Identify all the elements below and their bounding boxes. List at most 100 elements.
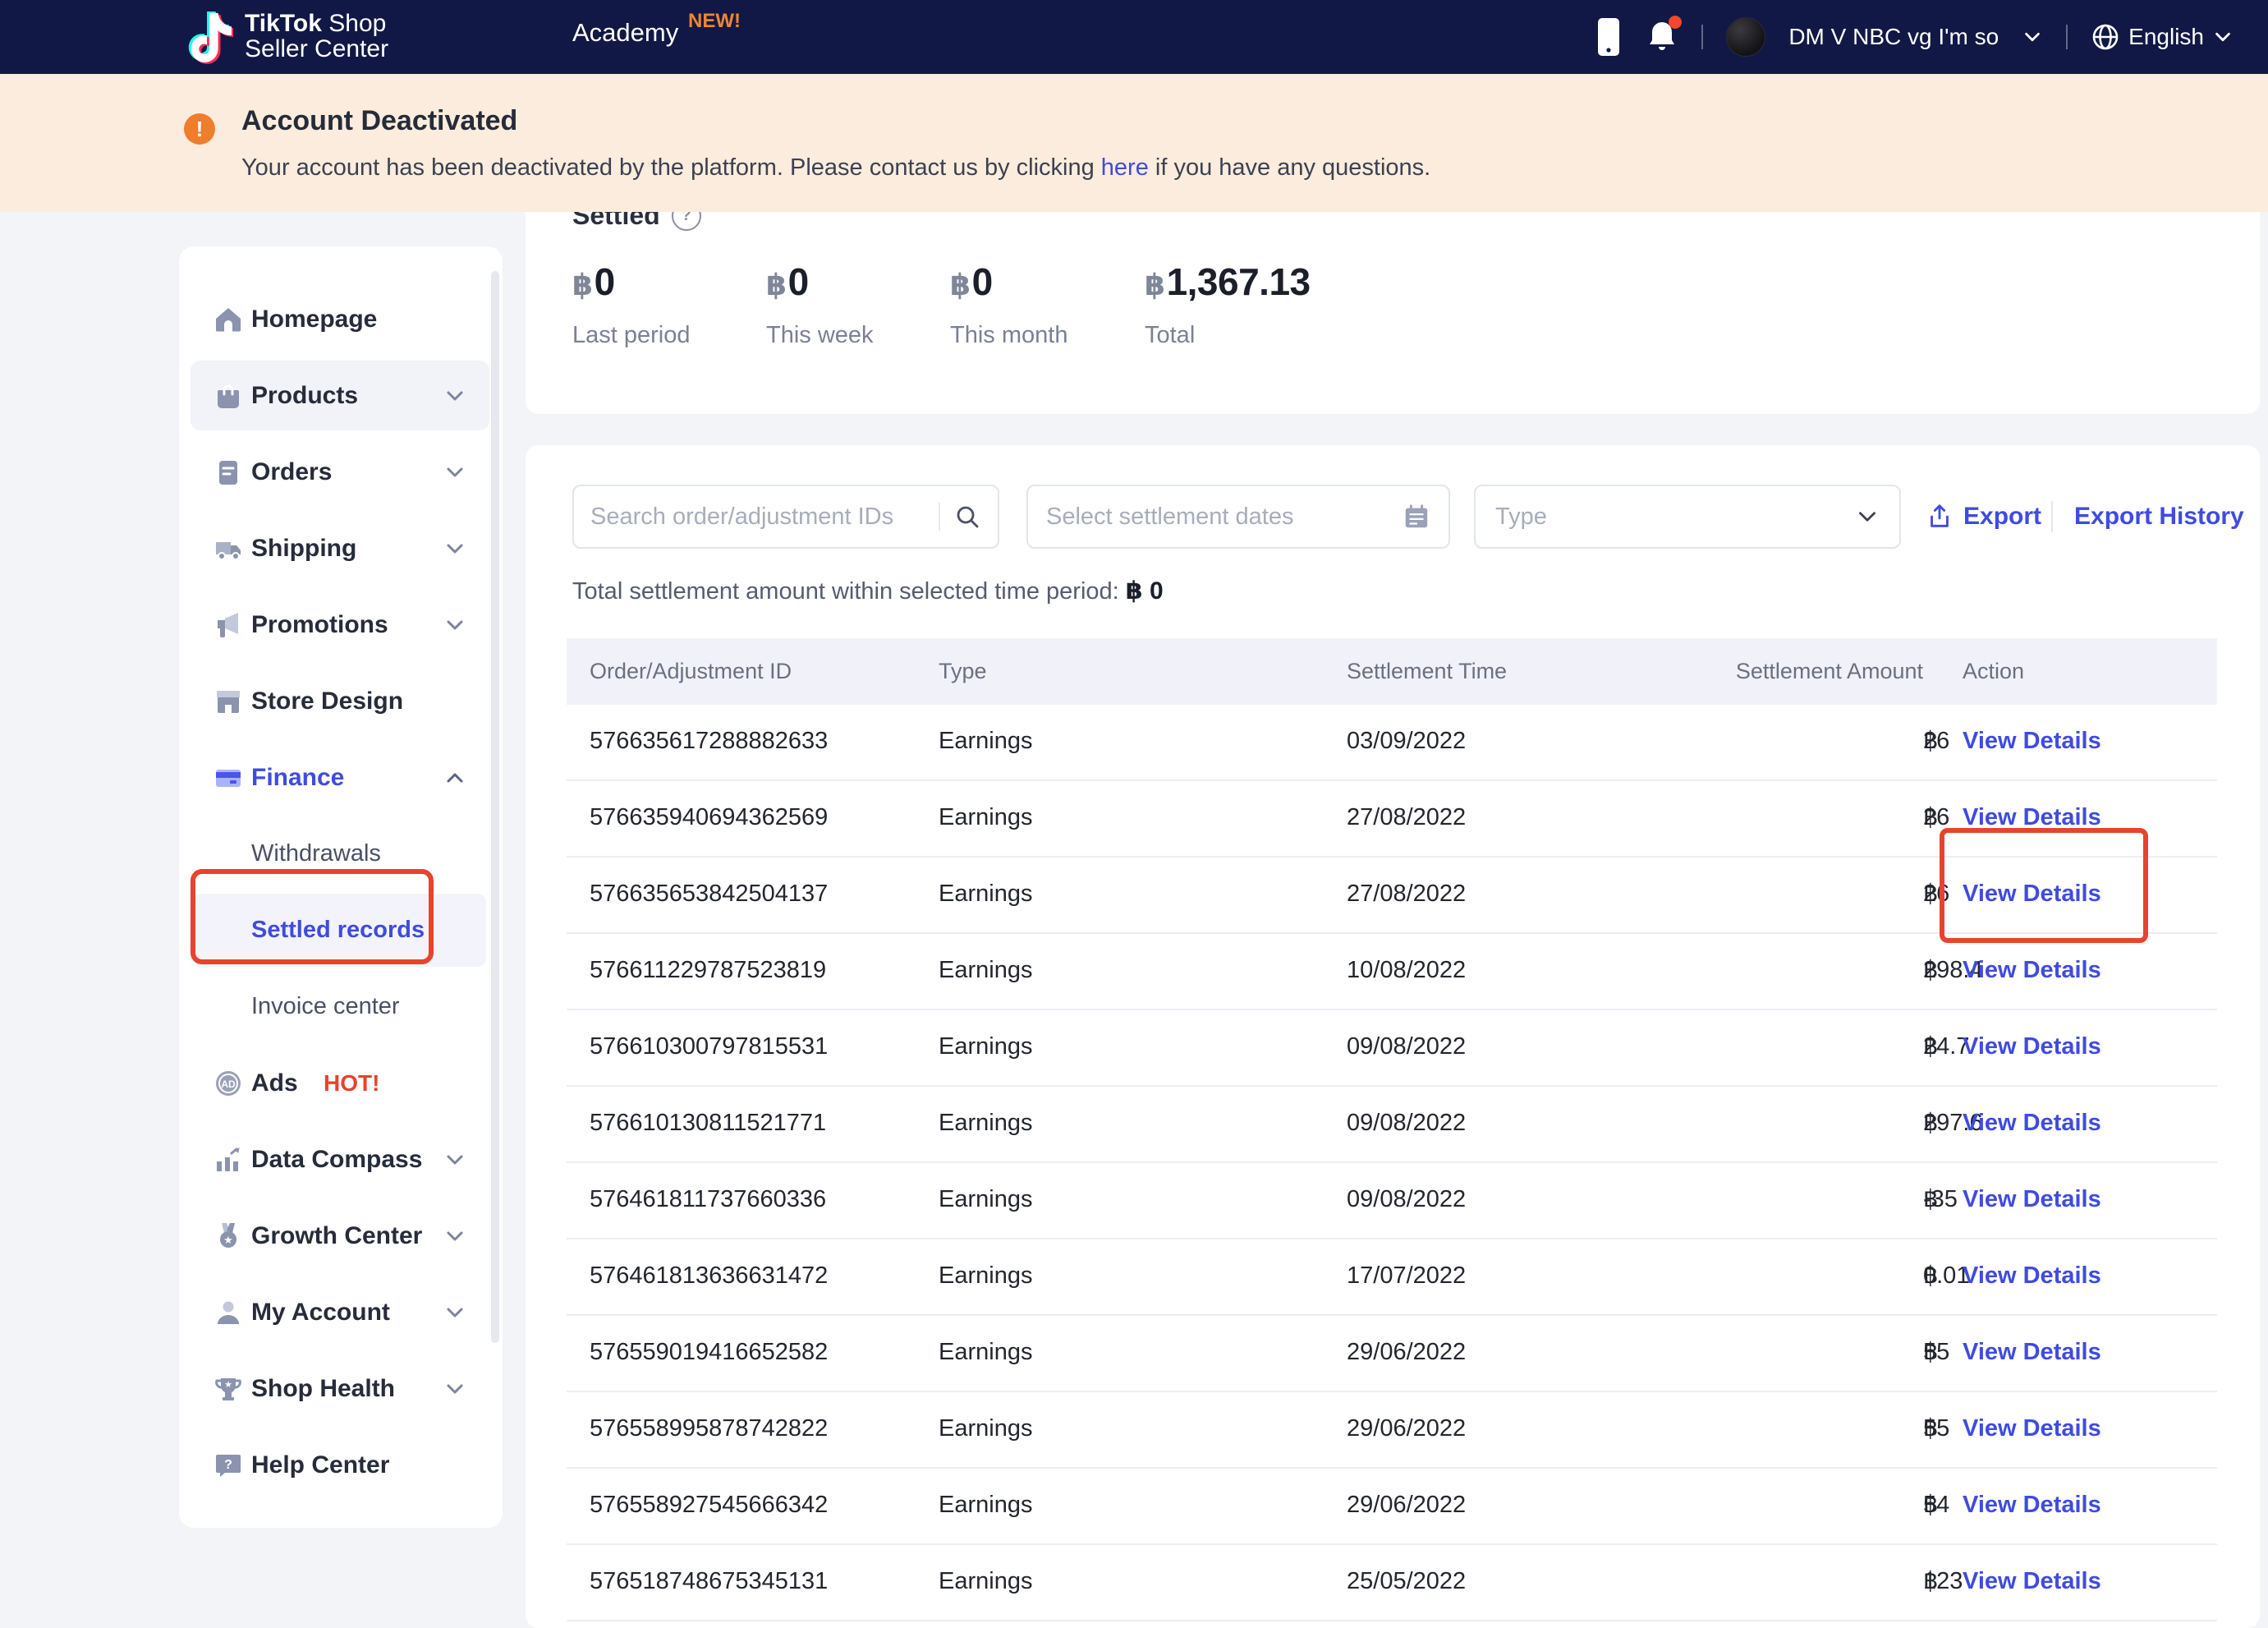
view-details-link[interactable]: View Details bbox=[1963, 1316, 2101, 1389]
order-id-cell: 576518748675345131 bbox=[590, 1568, 829, 1594]
order-id-cell: 576558927545666342 bbox=[590, 1492, 829, 1518]
sidebar-item-finance[interactable]: Finance bbox=[179, 739, 503, 816]
sidebar-item-help-center[interactable]: Help Center bbox=[179, 1427, 503, 1503]
type-cell: Earnings bbox=[939, 1110, 1033, 1136]
settled-records-table: Order/Adjustment ID Type Settlement Time… bbox=[567, 638, 2217, 1621]
export-button[interactable]: Export bbox=[1926, 485, 2041, 549]
search-icon[interactable] bbox=[953, 503, 981, 531]
order-id-cell: 576635940694362569 bbox=[590, 804, 829, 830]
sidebar-item-label: Invoice center bbox=[251, 993, 400, 1019]
sidebar-item-my-account[interactable]: My Account bbox=[179, 1274, 503, 1350]
chevron-down-icon bbox=[443, 537, 466, 560]
academy-link[interactable]: Academy bbox=[572, 18, 678, 48]
globe-icon bbox=[2092, 24, 2119, 50]
stat-this-week: ฿0 This week bbox=[766, 260, 874, 348]
stat-this-month: ฿0 This month bbox=[950, 260, 1068, 348]
type-cell: Earnings bbox=[939, 1415, 1033, 1442]
settlement-time-cell: 03/09/2022 bbox=[1347, 728, 1467, 754]
sidebar-item-label: Homepage bbox=[251, 305, 378, 333]
view-details-link[interactable]: View Details bbox=[1963, 705, 2101, 778]
export-history-link[interactable]: Export History bbox=[2074, 485, 2244, 549]
order-id-cell: 576610130811521771 bbox=[590, 1110, 827, 1136]
chevron-up-icon bbox=[443, 766, 466, 789]
col-order-id: Order/Adjustment ID bbox=[590, 659, 792, 683]
sidebar-item-shipping[interactable]: Shipping bbox=[179, 510, 503, 586]
order-id-cell: 576461811737660336 bbox=[590, 1186, 827, 1212]
chevron-down-icon bbox=[443, 1225, 466, 1248]
contact-here-link[interactable]: here bbox=[1101, 154, 1149, 181]
order-id-cell: 576461813636631472 bbox=[590, 1262, 829, 1289]
hot-badge: HOT! bbox=[324, 1069, 380, 1096]
settled-stats-card: Settled ? ฿0 Last period ฿0 This week ฿0 This… bbox=[526, 195, 2260, 414]
col-type: Type bbox=[939, 659, 987, 683]
sidebar-item-store-design[interactable]: Store Design bbox=[179, 663, 503, 739]
banner-message: Your account has been deactivated by the… bbox=[241, 154, 1431, 181]
truck-icon bbox=[213, 534, 243, 563]
view-details-link[interactable]: View Details bbox=[1963, 1392, 2101, 1465]
warning-icon: ! bbox=[184, 113, 215, 145]
view-details-link[interactable]: View Details bbox=[1963, 1010, 2101, 1083]
view-details-link[interactable]: View Details bbox=[1963, 1545, 2101, 1618]
sidebar-item-promotions[interactable]: Promotions bbox=[179, 586, 503, 663]
sidebar-item-invoice-center[interactable]: Invoice center bbox=[179, 968, 503, 1045]
order-id-cell: 576635617288882633 bbox=[590, 728, 829, 754]
banner-title: Account Deactivated bbox=[241, 105, 518, 136]
col-settlement-time: Settlement Time bbox=[1347, 659, 1508, 683]
type-cell: Earnings bbox=[939, 728, 1033, 754]
sidebar-item-label: Shipping bbox=[251, 534, 357, 562]
type-cell: Earnings bbox=[939, 1492, 1033, 1518]
avatar[interactable] bbox=[1726, 17, 1766, 57]
mobile-icon[interactable] bbox=[1595, 16, 1623, 58]
type-cell: Earnings bbox=[939, 881, 1033, 907]
search-input[interactable]: Search order/adjustment IDs bbox=[572, 485, 999, 549]
medal-icon bbox=[213, 1221, 243, 1251]
brand-logo[interactable]: TikTok Shop Seller Center bbox=[182, 8, 388, 64]
sidebar-item-data-compass[interactable]: Data Compass bbox=[179, 1121, 503, 1198]
tiktok-note-icon bbox=[182, 8, 233, 64]
sidebar-item-ads[interactable]: Ads HOT! bbox=[179, 1045, 503, 1121]
type-cell: Earnings bbox=[939, 1186, 1033, 1212]
sidebar-item-growth-center[interactable]: Growth Center bbox=[179, 1198, 503, 1274]
sidebar-item-orders[interactable]: Orders bbox=[179, 434, 503, 510]
settlement-dates-input[interactable]: Select settlement dates bbox=[1026, 485, 1450, 549]
sidebar-item-shop-health[interactable]: Shop Health bbox=[179, 1350, 503, 1427]
type-cell: Earnings bbox=[939, 957, 1033, 983]
sidebar-item-label: Data Compass bbox=[251, 1145, 423, 1173]
view-details-link[interactable]: View Details bbox=[1963, 1163, 2101, 1236]
help-icon bbox=[213, 1451, 243, 1480]
bag-icon bbox=[213, 381, 243, 411]
view-details-link[interactable]: View Details bbox=[1963, 1087, 2101, 1160]
table-row: 576461811737660336 Earnings 09/08/2022 ฿ -35… bbox=[567, 1163, 2217, 1239]
bell-icon[interactable] bbox=[1646, 16, 1683, 55]
view-details-link[interactable]: View Details bbox=[1963, 934, 2101, 1007]
chevron-down-icon bbox=[443, 1377, 466, 1400]
orders-icon bbox=[213, 458, 243, 487]
bar-chart-icon bbox=[213, 1145, 243, 1175]
chevron-down-icon bbox=[443, 384, 466, 407]
sidebar-item-homepage[interactable]: Homepage bbox=[179, 281, 503, 357]
language-selector[interactable]: English bbox=[2091, 22, 2234, 52]
divider bbox=[2066, 25, 2068, 49]
divider bbox=[2051, 501, 2053, 532]
storefront-icon bbox=[213, 687, 243, 716]
sidebar-scrollbar[interactable] bbox=[491, 271, 499, 1343]
order-id-cell: 576611229787523819 bbox=[590, 957, 827, 983]
megaphone-icon bbox=[213, 610, 243, 640]
view-details-link[interactable]: View Details bbox=[1963, 1469, 2101, 1542]
settlement-time-cell: 29/06/2022 bbox=[1347, 1339, 1467, 1365]
sidebar-item-products[interactable]: Products bbox=[179, 357, 503, 434]
sidebar-item-label: Products bbox=[251, 381, 359, 409]
type-select[interactable]: Type bbox=[1474, 485, 1901, 549]
type-cell: Earnings bbox=[939, 1033, 1033, 1060]
table-row: 576635617288882633 Earnings 03/09/2022 ฿ 26 V… bbox=[567, 705, 2217, 781]
person-icon bbox=[213, 1298, 243, 1327]
chevron-down-icon bbox=[443, 461, 466, 484]
chevron-down-icon bbox=[443, 1148, 466, 1171]
type-cell: Earnings bbox=[939, 1339, 1033, 1365]
user-menu[interactable]: DM V NBC vg I'm so bbox=[1788, 24, 1999, 50]
annotation-box-view-details bbox=[1940, 828, 2148, 943]
table-row: 576611229787523819 Earnings 10/08/2022 ฿ 298… bbox=[567, 934, 2217, 1010]
view-details-link[interactable]: View Details bbox=[1963, 1239, 2101, 1313]
stat-total: ฿1,367.13 Total bbox=[1145, 260, 1311, 348]
ads-icon bbox=[213, 1069, 243, 1098]
